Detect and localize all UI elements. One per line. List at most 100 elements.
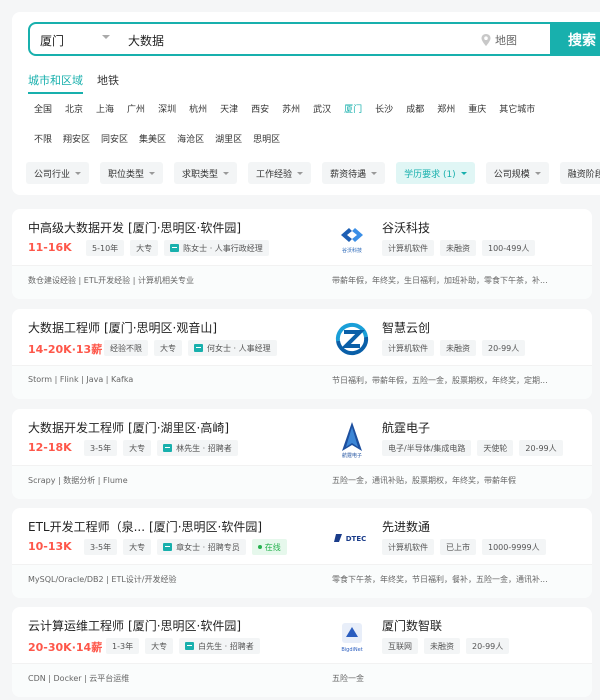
tab-city-district[interactable]: 城市和区域 — [28, 72, 83, 94]
job-name: 大数据工程师 — [28, 321, 101, 335]
tab-subway[interactable]: 地铁 — [97, 72, 119, 94]
city-option[interactable]: 重庆 — [468, 102, 486, 115]
job-skills: Scrapy | 数据分析 | Flume — [28, 476, 128, 485]
job-tags: 3-5年 大专 章女士 · 招聘专员 在线 — [84, 539, 287, 555]
job-card[interactable]: 中高级大数据开发 [厦门·思明区·软件园] 11-16K 5-10年 大专 陈女士 · 人… — [12, 209, 592, 299]
recruiter-chip[interactable]: 陈女士 · 人事行政经理 — [164, 240, 269, 256]
district-option[interactable]: 同安区 — [101, 132, 128, 145]
recruiter-name: 林先生 · 招聘者 — [176, 443, 232, 453]
city-option[interactable]: 武汉 — [313, 102, 331, 115]
company-tag: 未融资 — [440, 340, 476, 356]
job-card[interactable]: 云计算运维工程师 [厦门·思明区·软件园] 20-30K·14薪 1-3年 大专 白先生 … — [12, 607, 592, 697]
divider — [12, 663, 592, 664]
job-name: 中高级大数据开发 — [28, 221, 125, 235]
city-option[interactable]: 上海 — [96, 102, 114, 115]
map-link[interactable]: 地图 — [480, 32, 517, 48]
filter-dropdown[interactable]: 公司规模 — [485, 162, 549, 184]
recruiter-chip[interactable]: 章女士 · 招聘专员 — [157, 539, 246, 555]
online-label: 在线 — [264, 542, 281, 552]
city-option[interactable]: 长沙 — [375, 102, 393, 115]
company-logo[interactable]: 航霆电子 — [332, 419, 372, 459]
city-select[interactable]: 厦门 — [40, 32, 64, 49]
filter-dropdown[interactable]: 融资阶段 — [559, 162, 600, 184]
salary: 12-18K — [28, 441, 72, 454]
job-location: [厦门·思明区·观音山] — [104, 321, 218, 335]
city-option[interactable]: 厦门 — [344, 102, 362, 115]
company-tag: 20-99人 — [482, 340, 526, 356]
search-button[interactable]: 搜索 — [550, 24, 600, 54]
district-option[interactable]: 海沧区 — [177, 132, 204, 145]
city-option[interactable]: 北京 — [65, 102, 83, 115]
company-logo[interactable]: BigdiNet — [332, 617, 372, 657]
recruiter-chip[interactable]: 林先生 · 招聘者 — [157, 440, 238, 456]
city-option[interactable]: 苏州 — [282, 102, 300, 115]
chat-icon — [194, 344, 203, 352]
search-input[interactable]: 大数据 — [128, 32, 164, 49]
company-name[interactable]: 谷沃科技 — [382, 219, 430, 236]
job-tags: 5-10年 大专 陈女士 · 人事行政经理 — [86, 240, 269, 256]
city-option[interactable]: 深圳 — [158, 102, 176, 115]
chat-icon — [163, 543, 173, 551]
city-option[interactable]: 西安 — [251, 102, 269, 115]
recruiter-name: 何女士 · 人事经理 — [207, 343, 271, 353]
company-logo[interactable]: DTEC — [332, 518, 372, 558]
job-title[interactable]: 中高级大数据开发 [厦门·思明区·软件园] — [28, 219, 241, 236]
chevron-down-icon — [534, 171, 541, 175]
city-option[interactable]: 广州 — [127, 102, 145, 115]
recruiter-chip[interactable]: 白先生 · 招聘者 — [179, 638, 260, 654]
company-name[interactable]: 先进数通 — [382, 518, 430, 535]
district-list: 不限 翔安区 同安区 集美区 海沧区 湖里区 思明区 — [34, 132, 291, 145]
chevron-down-icon[interactable] — [102, 35, 110, 39]
map-label: 地图 — [495, 34, 517, 47]
company-name[interactable]: 智慧云创 — [382, 319, 430, 336]
search-bar: 厦门 大数据 地图 搜索 — [28, 22, 600, 56]
job-title[interactable]: 云计算运维工程师 [厦门·思明区·软件园] — [28, 617, 241, 634]
city-option[interactable]: 杭州 — [189, 102, 207, 115]
recruiter-chip[interactable]: 何女士 · 人事经理 — [188, 340, 277, 356]
job-tag: 大专 — [123, 440, 152, 456]
job-location: [厦门·湖里区·高崎] — [128, 421, 230, 435]
job-tags: 3-5年 大专 林先生 · 招聘者 — [84, 440, 238, 456]
filter-label: 公司规模 — [493, 169, 530, 180]
city-option[interactable]: 成都 — [406, 102, 424, 115]
district-option[interactable]: 思明区 — [253, 132, 280, 145]
job-title[interactable]: 大数据工程师 [厦门·思明区·观音山] — [28, 319, 217, 336]
city-option[interactable]: 郑州 — [437, 102, 455, 115]
company-name[interactable]: 航霆电子 — [382, 419, 430, 436]
chevron-down-icon — [297, 171, 304, 175]
job-card[interactable]: ETL开发工程师（泉... [厦门·思明区·软件园] 10-13K 3-5年 大专 章女士… — [12, 508, 592, 598]
district-option[interactable]: 不限 — [34, 132, 52, 145]
filter-dropdown[interactable]: 薪资待遇 — [322, 162, 386, 184]
company-tags: 电子/半导体/集成电路 天使轮 20-99人 — [382, 440, 563, 456]
district-option[interactable]: 湖里区 — [215, 132, 242, 145]
filter-dropdown[interactable]: 工作经验 — [248, 162, 312, 184]
job-title[interactable]: ETL开发工程师（泉... [厦门·思明区·软件园] — [28, 518, 262, 535]
city-option[interactable]: 天津 — [220, 102, 238, 115]
online-dot-icon — [257, 545, 262, 549]
salary: 11-16K — [28, 241, 72, 254]
city-option[interactable]: 其它城市 — [499, 102, 535, 115]
company-name[interactable]: 厦门数智联 — [382, 617, 442, 634]
job-tag: 经验不限 — [104, 340, 148, 356]
job-location: [厦门·思明区·软件园] — [128, 221, 242, 235]
company-benefits: 零食下午茶，年终奖，节日福利，餐补，五险一金，通讯补... — [332, 575, 548, 584]
filter-dropdown[interactable]: 职位类型 — [100, 162, 164, 184]
city-option[interactable]: 全国 — [34, 102, 52, 115]
job-card[interactable]: 大数据开发工程师 [厦门·湖里区·高崎] 12-18K 3-5年 大专 林先生 · 招聘者… — [12, 409, 592, 499]
filter-dropdown[interactable]: 学历要求 (1) — [396, 162, 475, 184]
district-option[interactable]: 翔安区 — [63, 132, 90, 145]
job-title[interactable]: 大数据开发工程师 [厦门·湖里区·高崎] — [28, 419, 229, 436]
company-tag: 20-99人 — [519, 440, 563, 456]
location-pin-icon — [481, 34, 491, 46]
filter-dropdown[interactable]: 公司行业 — [26, 162, 90, 184]
company-logo[interactable] — [332, 319, 372, 359]
company-tags: 互联网 未融资 20-99人 — [382, 638, 510, 654]
filter-dropdown[interactable]: 求职类型 — [174, 162, 238, 184]
svg-text:谷沃科技: 谷沃科技 — [342, 247, 362, 254]
job-card[interactable]: 大数据工程师 [厦门·思明区·观音山] 14-20K·13薪 经验不限 大专 何女士 · … — [12, 309, 592, 399]
job-skills: MySQL/Oracle/DB2 | ETL设计/开发经验 — [28, 575, 177, 584]
divider — [12, 365, 592, 366]
district-option[interactable]: 集美区 — [139, 132, 166, 145]
job-location: [厦门·思明区·软件园] — [128, 619, 242, 633]
company-logo[interactable]: 谷沃科技 — [332, 219, 372, 259]
